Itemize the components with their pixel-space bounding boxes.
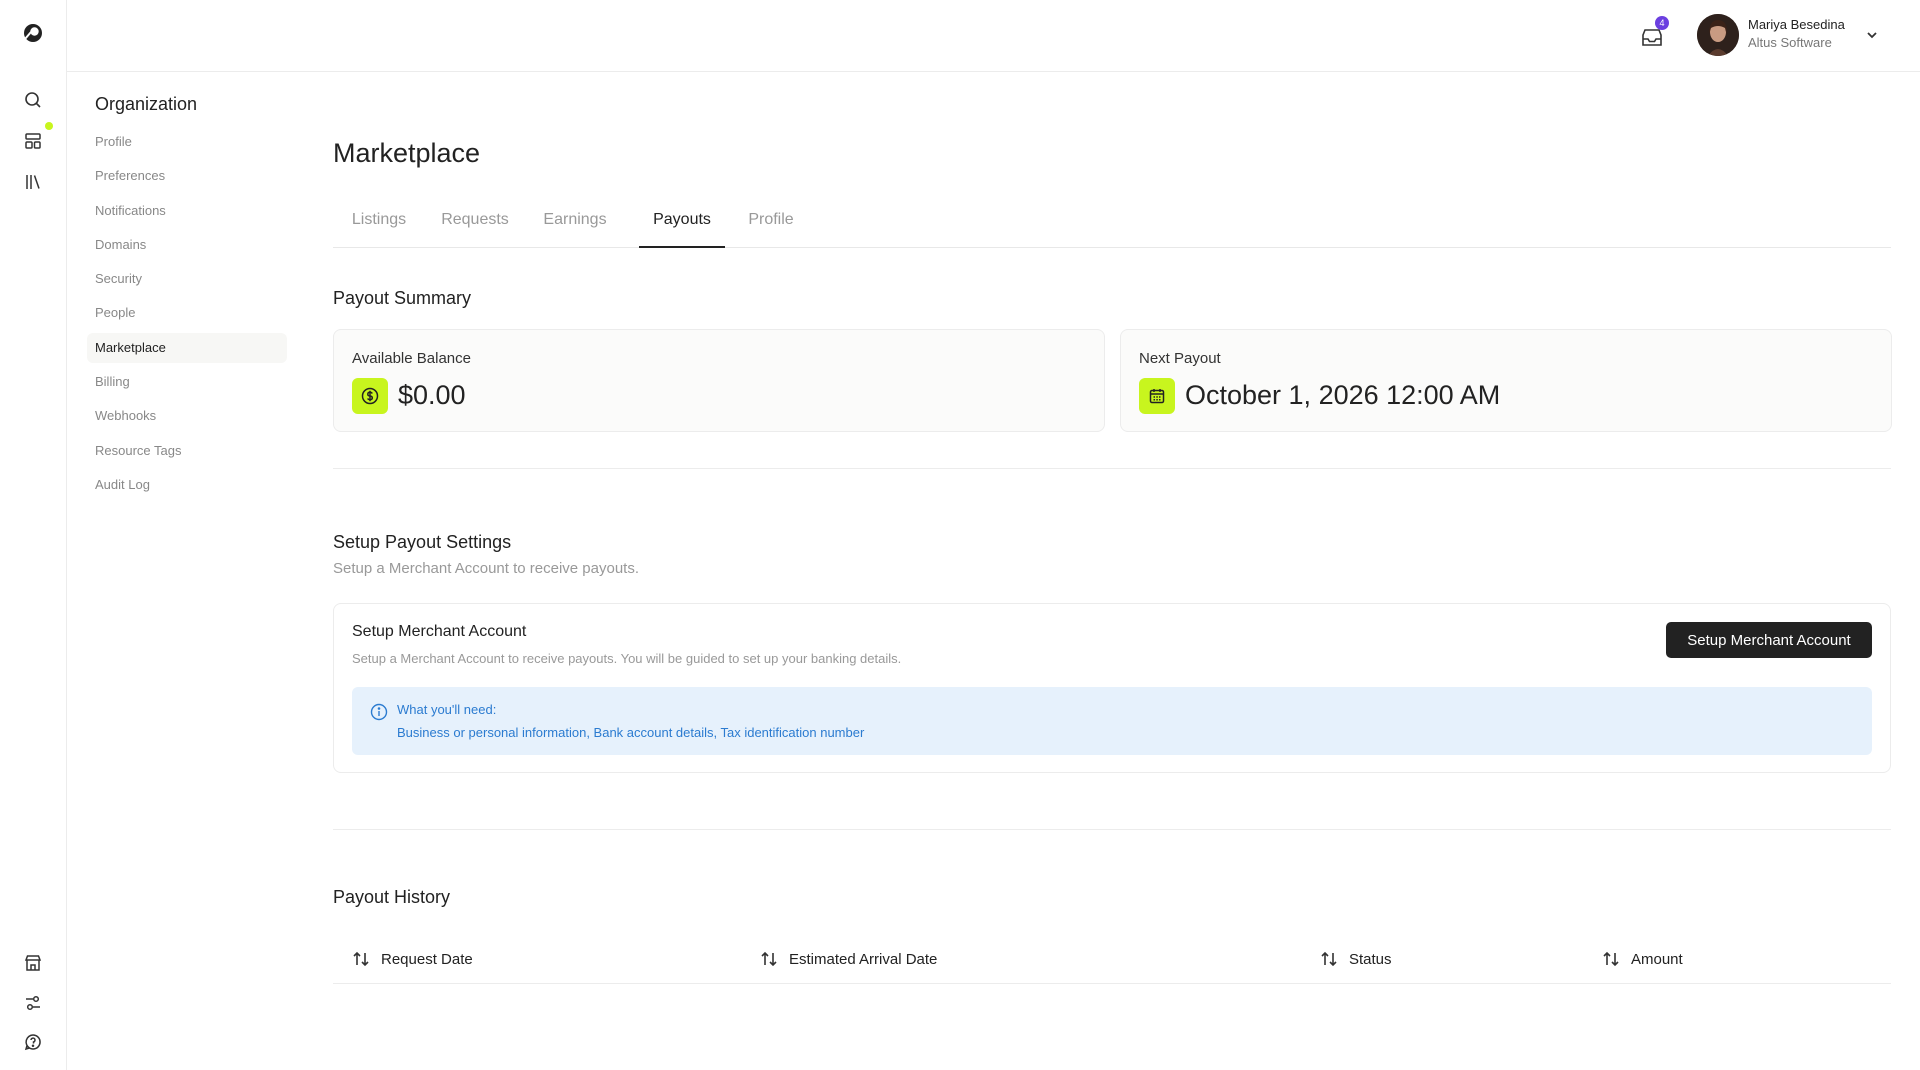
sidebar-item-profile[interactable]: Profile xyxy=(87,127,287,157)
section-divider xyxy=(333,829,1891,830)
sidebar-item-domains[interactable]: Domains xyxy=(87,230,287,260)
avatar[interactable] xyxy=(1697,14,1739,56)
sort-icon xyxy=(351,949,371,969)
setup-merchant-account-button[interactable]: Setup Merchant Account xyxy=(1666,622,1872,658)
sidebar-item-webhooks[interactable]: Webhooks xyxy=(87,401,287,431)
store-icon[interactable] xyxy=(21,951,45,975)
info-title: What you'll need: xyxy=(397,702,497,717)
library-icon[interactable] xyxy=(21,170,45,194)
dollar-coin-icon xyxy=(352,378,388,414)
info-body: Business or personal information, Bank a… xyxy=(397,725,865,740)
user-organization[interactable]: Altus Software xyxy=(1748,35,1832,50)
sidebar-item-marketplace[interactable]: Marketplace xyxy=(87,332,287,363)
next-payout-value: October 1, 2026 12:00 AM xyxy=(1185,380,1501,410)
inbox-icon[interactable]: 4 xyxy=(1640,16,1669,50)
sort-icon xyxy=(1601,949,1621,969)
tab-earnings[interactable]: Earnings xyxy=(525,198,625,248)
column-estimated-arrival-date[interactable]: Estimated Arrival Date xyxy=(759,934,937,984)
settings-sliders-icon[interactable] xyxy=(21,991,45,1015)
app-logo-icon[interactable] xyxy=(21,21,45,45)
tab-requests[interactable]: Requests xyxy=(425,198,525,248)
payout-summary-title: Payout Summary xyxy=(333,288,472,308)
payout-history-title: Payout History xyxy=(333,887,451,907)
setup-payout-title: Setup Payout Settings xyxy=(333,532,512,552)
sidebar-item-audit-log[interactable]: Audit Log xyxy=(87,470,287,500)
available-balance-card: Available Balance $0.00 xyxy=(333,329,1105,432)
search-icon[interactable] xyxy=(21,88,45,112)
column-label: Estimated Arrival Date xyxy=(789,950,938,968)
tab-profile[interactable]: Profile xyxy=(725,198,817,248)
available-balance-label: Available Balance xyxy=(352,350,471,367)
sidebar-item-billing[interactable]: Billing xyxy=(87,367,287,397)
section-divider xyxy=(333,468,1891,469)
next-payout-card: Next Payout October 1, 2026 12:00 AM xyxy=(1120,329,1892,432)
dashboard-icon[interactable] xyxy=(21,129,45,153)
sidebar-item-preferences[interactable]: Preferences xyxy=(87,161,287,191)
info-icon xyxy=(369,702,389,722)
sort-icon xyxy=(759,949,779,969)
settings-sidebar: Profile Preferences Notifications Domain… xyxy=(87,127,287,504)
tab-bar: Listings Requests Earnings Payouts Profi… xyxy=(333,198,1891,248)
sidebar-title: Organization xyxy=(95,94,198,114)
next-payout-label: Next Payout xyxy=(1139,350,1221,367)
column-label: Amount xyxy=(1631,950,1683,968)
sidebar-item-resource-tags[interactable]: Resource Tags xyxy=(87,436,287,466)
setup-payout-subtitle: Setup a Merchant Account to receive payo… xyxy=(333,560,640,577)
merchant-account-card: Setup Merchant Account Setup a Merchant … xyxy=(333,603,1891,773)
column-request-date[interactable]: Request Date xyxy=(351,934,473,984)
column-label: Status xyxy=(1349,950,1392,968)
calendar-icon xyxy=(1139,378,1175,414)
page-title: Marketplace xyxy=(333,138,481,168)
requirements-info-box: What you'll need: Business or personal i… xyxy=(352,687,1872,755)
chevron-down-icon[interactable] xyxy=(1864,27,1880,43)
user-name[interactable]: Mariya Besedina xyxy=(1748,17,1845,32)
help-icon[interactable] xyxy=(21,1030,45,1054)
sidebar-item-security[interactable]: Security xyxy=(87,264,287,294)
available-balance-value: $0.00 xyxy=(398,380,466,410)
merchant-card-subtitle: Setup a Merchant Account to receive payo… xyxy=(352,651,902,666)
column-amount[interactable]: Amount xyxy=(1601,934,1683,984)
merchant-card-title: Setup Merchant Account xyxy=(352,623,527,640)
sidebar-item-people[interactable]: People xyxy=(87,298,287,328)
sort-icon xyxy=(1319,949,1339,969)
tab-payouts[interactable]: Payouts xyxy=(639,198,725,248)
tab-listings[interactable]: Listings xyxy=(333,198,425,248)
notification-dot xyxy=(45,122,53,130)
column-label: Request Date xyxy=(381,950,473,968)
top-bar: 4 Mariya Besedina Altus Software xyxy=(67,0,1920,72)
icon-rail xyxy=(0,0,67,1070)
column-status[interactable]: Status xyxy=(1319,934,1392,984)
inbox-count-badge: 4 xyxy=(1655,16,1669,30)
payout-history-table-header: Request Date Estimated Arrival Date Stat… xyxy=(333,934,1891,984)
sidebar-item-notifications[interactable]: Notifications xyxy=(87,196,287,226)
